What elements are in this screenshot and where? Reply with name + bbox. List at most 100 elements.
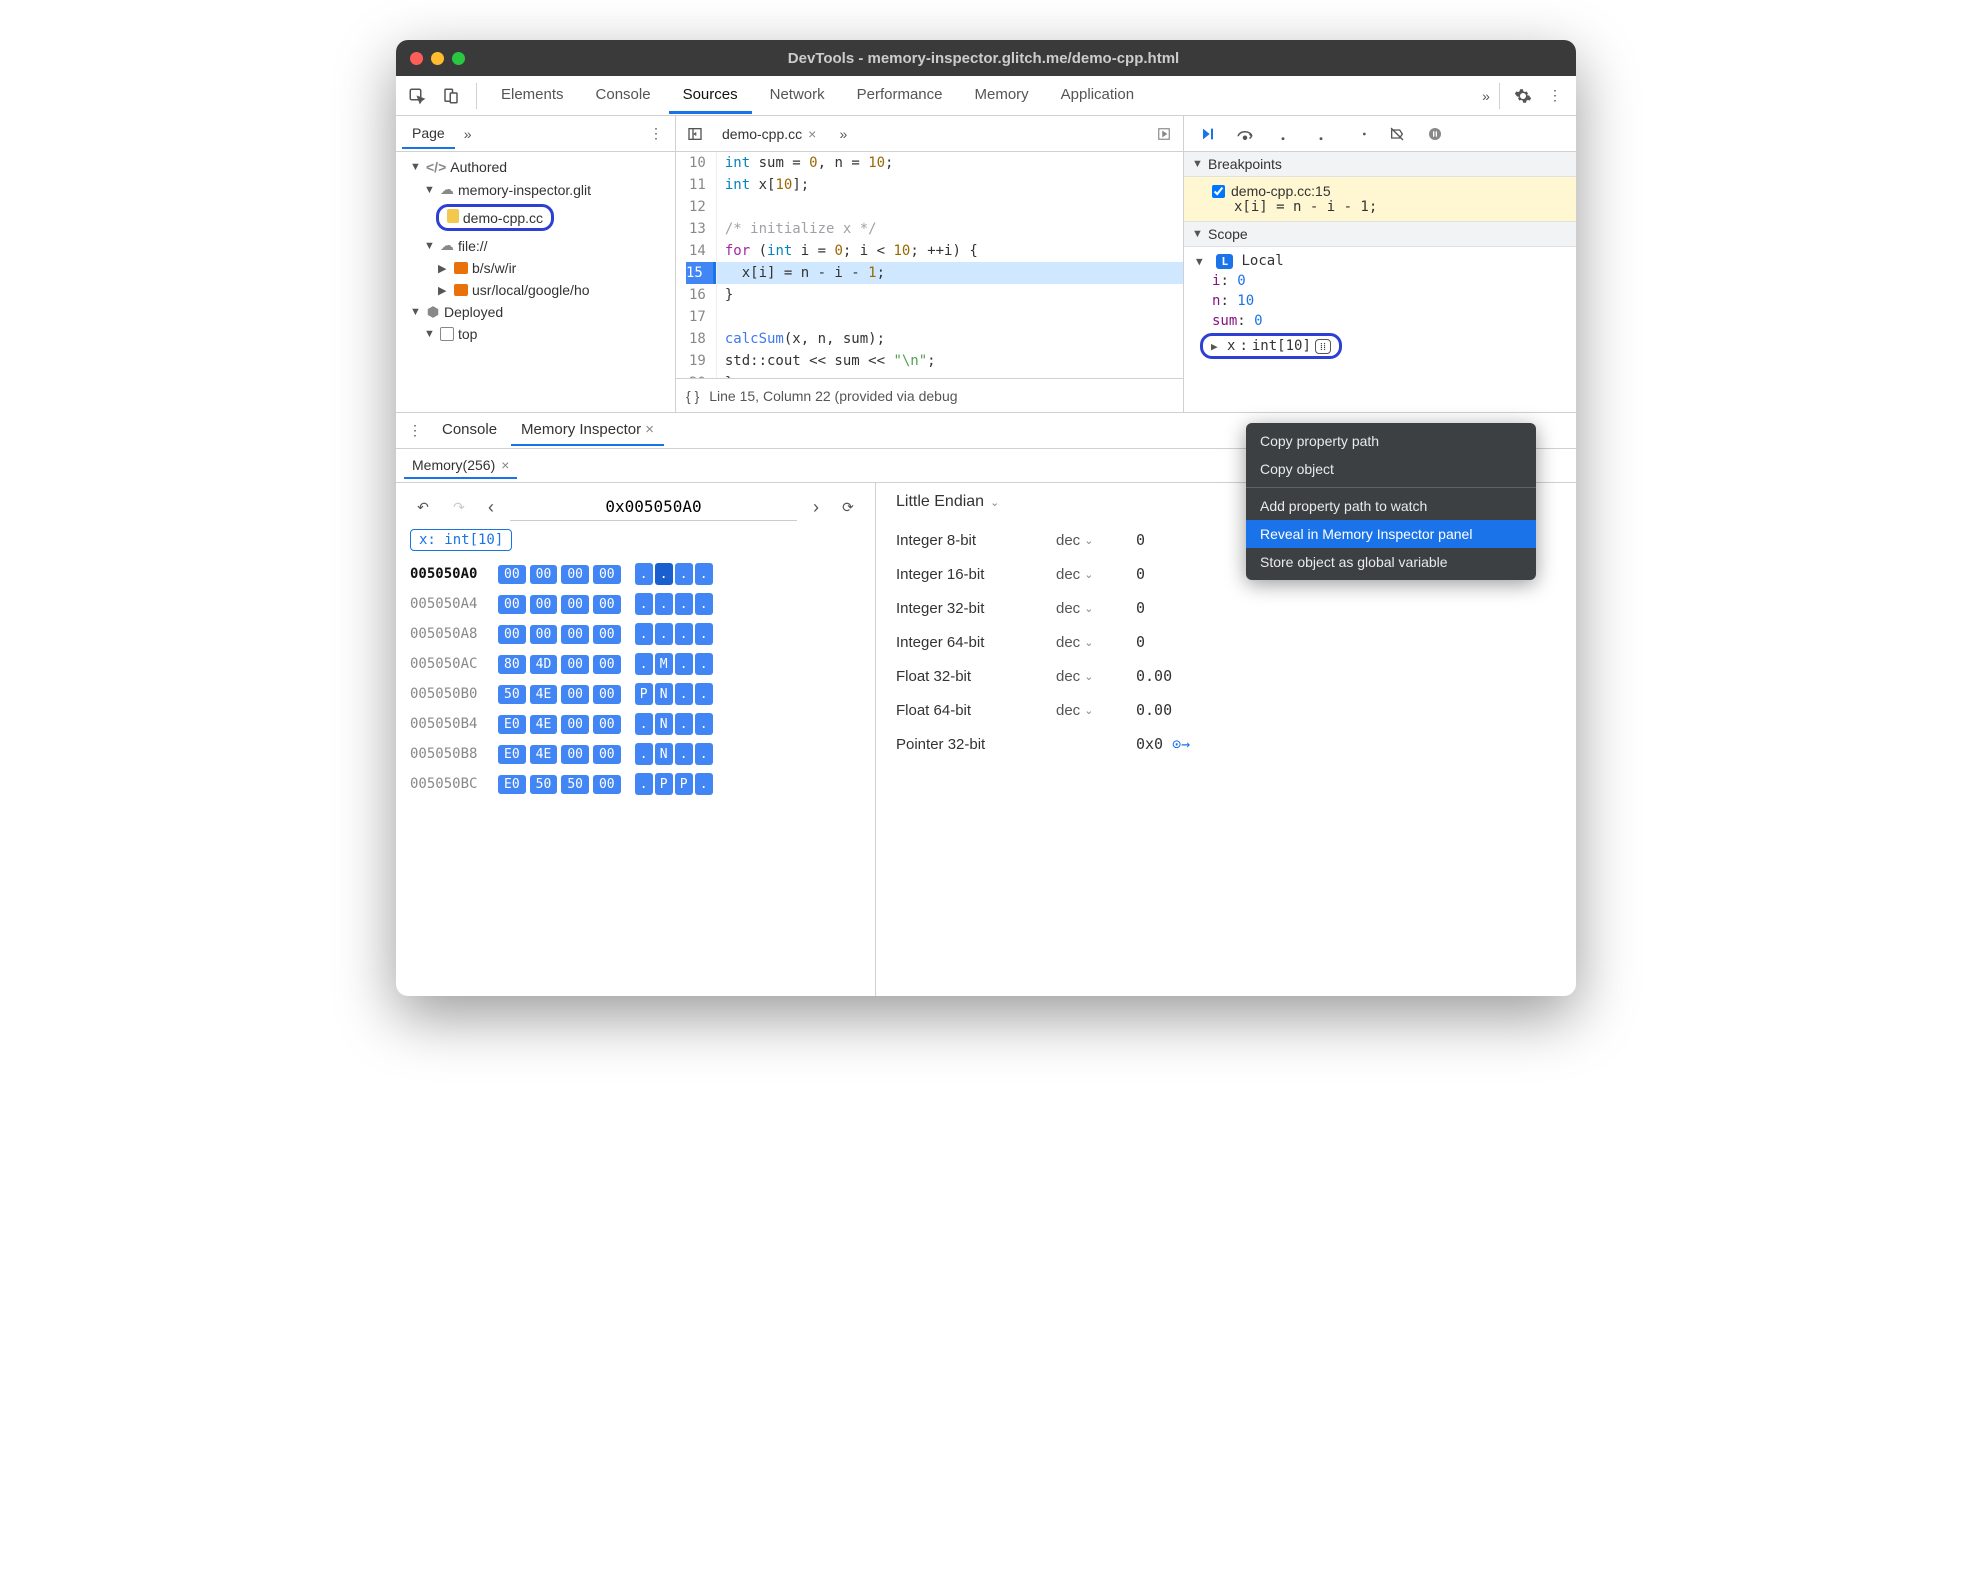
toggle-navigator-icon[interactable] (682, 121, 708, 147)
code-line[interactable]: x[i] = n - i - 1; (717, 262, 1183, 284)
hex-row[interactable]: 005050BCE0505000.PP. (410, 769, 861, 799)
memory-tab[interactable]: Memory(256)× (404, 453, 517, 479)
more-editor-tabs-icon[interactable]: » (830, 121, 856, 147)
deactivate-breakpoints-icon[interactable] (1384, 121, 1410, 147)
redo-icon[interactable]: ↷ (446, 494, 472, 520)
object-chip[interactable]: x: int[10] (410, 529, 512, 551)
undo-icon[interactable]: ↶ (410, 494, 436, 520)
step-over-icon[interactable] (1232, 121, 1258, 147)
tree-authored[interactable]: ▼</>Authored (396, 156, 675, 178)
scope-header[interactable]: ▼Scope (1184, 222, 1576, 247)
tree-domain[interactable]: ▼☁memory-inspector.glit (396, 178, 675, 201)
tab-application[interactable]: Application (1047, 78, 1148, 114)
hex-row[interactable]: 005050B4E04E0000.N.. (410, 709, 861, 739)
minimize-window-button[interactable] (431, 52, 444, 65)
titlebar: DevTools - memory-inspector.glitch.me/de… (396, 40, 1576, 76)
pause-exceptions-icon[interactable] (1422, 121, 1448, 147)
drawer: Copy property path Copy object Add prope… (396, 412, 1576, 996)
step-into-icon[interactable] (1270, 121, 1296, 147)
tab-memory[interactable]: Memory (961, 78, 1043, 114)
inspect-element-icon[interactable] (404, 83, 430, 109)
step-icon[interactable] (1346, 121, 1372, 147)
drawer-menu-icon[interactable]: ⋮ (402, 418, 428, 444)
interp-row: Float 64-bitdec ⌄0.00 (896, 693, 1556, 727)
drawer-mi-tab[interactable]: Memory Inspector × (511, 415, 664, 446)
address-input[interactable] (510, 493, 797, 521)
close-memory-tab-icon[interactable]: × (501, 457, 509, 473)
editor-status-bar: { } Line 15, Column 22 (provided via deb… (676, 378, 1183, 412)
breakpoint-checkbox[interactable] (1212, 185, 1225, 198)
file-tree: ▼</>Authored ▼☁memory-inspector.glit dem… (396, 152, 675, 412)
hex-panel: ↶ ↷ ‹ › ⟳ x: int[10] 005050A000000000...… (396, 483, 876, 996)
code-line[interactable]: std::cout << sum << "\n"; (717, 350, 1183, 372)
close-tab-icon[interactable]: × (808, 126, 816, 142)
sidebar-menu-icon[interactable]: ⋮ (643, 121, 669, 147)
code-line[interactable]: int x[10]; (717, 174, 1183, 196)
tab-elements[interactable]: Elements (487, 78, 578, 114)
device-toggle-icon[interactable] (438, 83, 464, 109)
interp-row: Float 32-bitdec ⌄0.00 (896, 659, 1556, 693)
menu-reveal-memory[interactable]: Reveal in Memory Inspector panel (1246, 520, 1536, 548)
close-window-button[interactable] (410, 52, 423, 65)
code-line[interactable]: /* initialize x */ (717, 218, 1183, 240)
interp-row: Pointer 32-bit0x0 ⊙→ (896, 727, 1556, 761)
menu-add-watch[interactable]: Add property path to watch (1246, 492, 1536, 520)
scope-var[interactable]: sum: 0 (1192, 311, 1568, 331)
code-editor: demo-cpp.cc× » 1011121314151617181920 in… (676, 116, 1184, 412)
next-page-icon[interactable]: › (807, 497, 825, 518)
tree-folder-1[interactable]: ▶b/s/w/ir (396, 257, 675, 279)
scope-var[interactable]: n: 10 (1192, 291, 1568, 311)
menu-store-global[interactable]: Store object as global variable (1246, 548, 1536, 576)
debugger-pane: ▼Breakpoints demo-cpp.cc:15 x[i] = n - i… (1184, 116, 1576, 412)
tree-folder-2[interactable]: ▶usr/local/google/ho (396, 279, 675, 301)
tree-top[interactable]: ▼top (396, 323, 675, 345)
scope-x-variable[interactable]: ▶x: int[10] ⁞⁞ (1200, 333, 1342, 359)
code-line[interactable]: } (717, 284, 1183, 306)
kebab-menu-icon[interactable]: ⋮ (1542, 83, 1568, 109)
more-subtabs-icon[interactable]: » (455, 121, 481, 147)
memory-chip-icon[interactable]: ⁞⁞ (1315, 339, 1331, 354)
tab-network[interactable]: Network (756, 78, 839, 114)
more-tabs-icon[interactable]: » (1473, 83, 1499, 109)
editor-tab[interactable]: demo-cpp.cc× (714, 122, 824, 146)
code-line[interactable] (717, 306, 1183, 328)
window-controls (410, 52, 465, 65)
interp-row: Integer 32-bitdec ⌄0 (896, 591, 1556, 625)
navigator-sidebar: Page » ⋮ ▼</>Authored ▼☁memory-inspector… (396, 116, 676, 412)
tab-performance[interactable]: Performance (843, 78, 957, 114)
close-drawer-tab-icon[interactable]: × (645, 421, 654, 438)
braces-icon[interactable]: { } (686, 388, 699, 404)
resume-icon[interactable] (1194, 121, 1220, 147)
menu-copy-object[interactable]: Copy object (1246, 455, 1536, 483)
hex-row[interactable]: 005050B8E04E0000.N.. (410, 739, 861, 769)
devtools-window: DevTools - memory-inspector.glitch.me/de… (396, 40, 1576, 996)
code-line[interactable]: int sum = 0, n = 10; (717, 152, 1183, 174)
window-title: DevTools - memory-inspector.glitch.me/de… (465, 50, 1502, 67)
menu-copy-path[interactable]: Copy property path (1246, 427, 1536, 455)
tree-file-demo[interactable]: demo-cpp.cc (396, 201, 675, 234)
hex-row[interactable]: 005050A000000000.... (410, 559, 861, 589)
step-out-icon[interactable] (1308, 121, 1334, 147)
drawer-console-tab[interactable]: Console (432, 415, 507, 446)
hex-row[interactable]: 005050A400000000.... (410, 589, 861, 619)
hex-row[interactable]: 005050AC804D0000.M.. (410, 649, 861, 679)
breakpoint-item[interactable]: demo-cpp.cc:15 x[i] = n - i - 1; (1184, 177, 1576, 222)
code-line[interactable]: calcSum(x, n, sum); (717, 328, 1183, 350)
tab-console[interactable]: Console (582, 78, 665, 114)
breakpoints-header[interactable]: ▼Breakpoints (1184, 152, 1576, 177)
code-line[interactable] (717, 196, 1183, 218)
code-line[interactable]: for (int i = 0; i < 10; ++i) { (717, 240, 1183, 262)
tree-file-scheme[interactable]: ▼☁file:// (396, 234, 675, 257)
maximize-window-button[interactable] (452, 52, 465, 65)
scope-body: ▼ L Local i: 0n: 10sum: 0 ▶x: int[10] ⁞⁞ (1184, 247, 1576, 365)
prev-page-icon[interactable]: ‹ (482, 497, 500, 518)
settings-icon[interactable] (1510, 83, 1536, 109)
hex-row[interactable]: 005050A800000000.... (410, 619, 861, 649)
refresh-icon[interactable]: ⟳ (835, 494, 861, 520)
tree-deployed[interactable]: ▼Deployed (396, 301, 675, 323)
hex-row[interactable]: 005050B0504E0000PN.. (410, 679, 861, 709)
page-subtab[interactable]: Page (402, 119, 455, 149)
scope-var[interactable]: i: 0 (1192, 271, 1568, 291)
tab-sources[interactable]: Sources (669, 78, 752, 114)
run-snippet-icon[interactable] (1151, 121, 1177, 147)
